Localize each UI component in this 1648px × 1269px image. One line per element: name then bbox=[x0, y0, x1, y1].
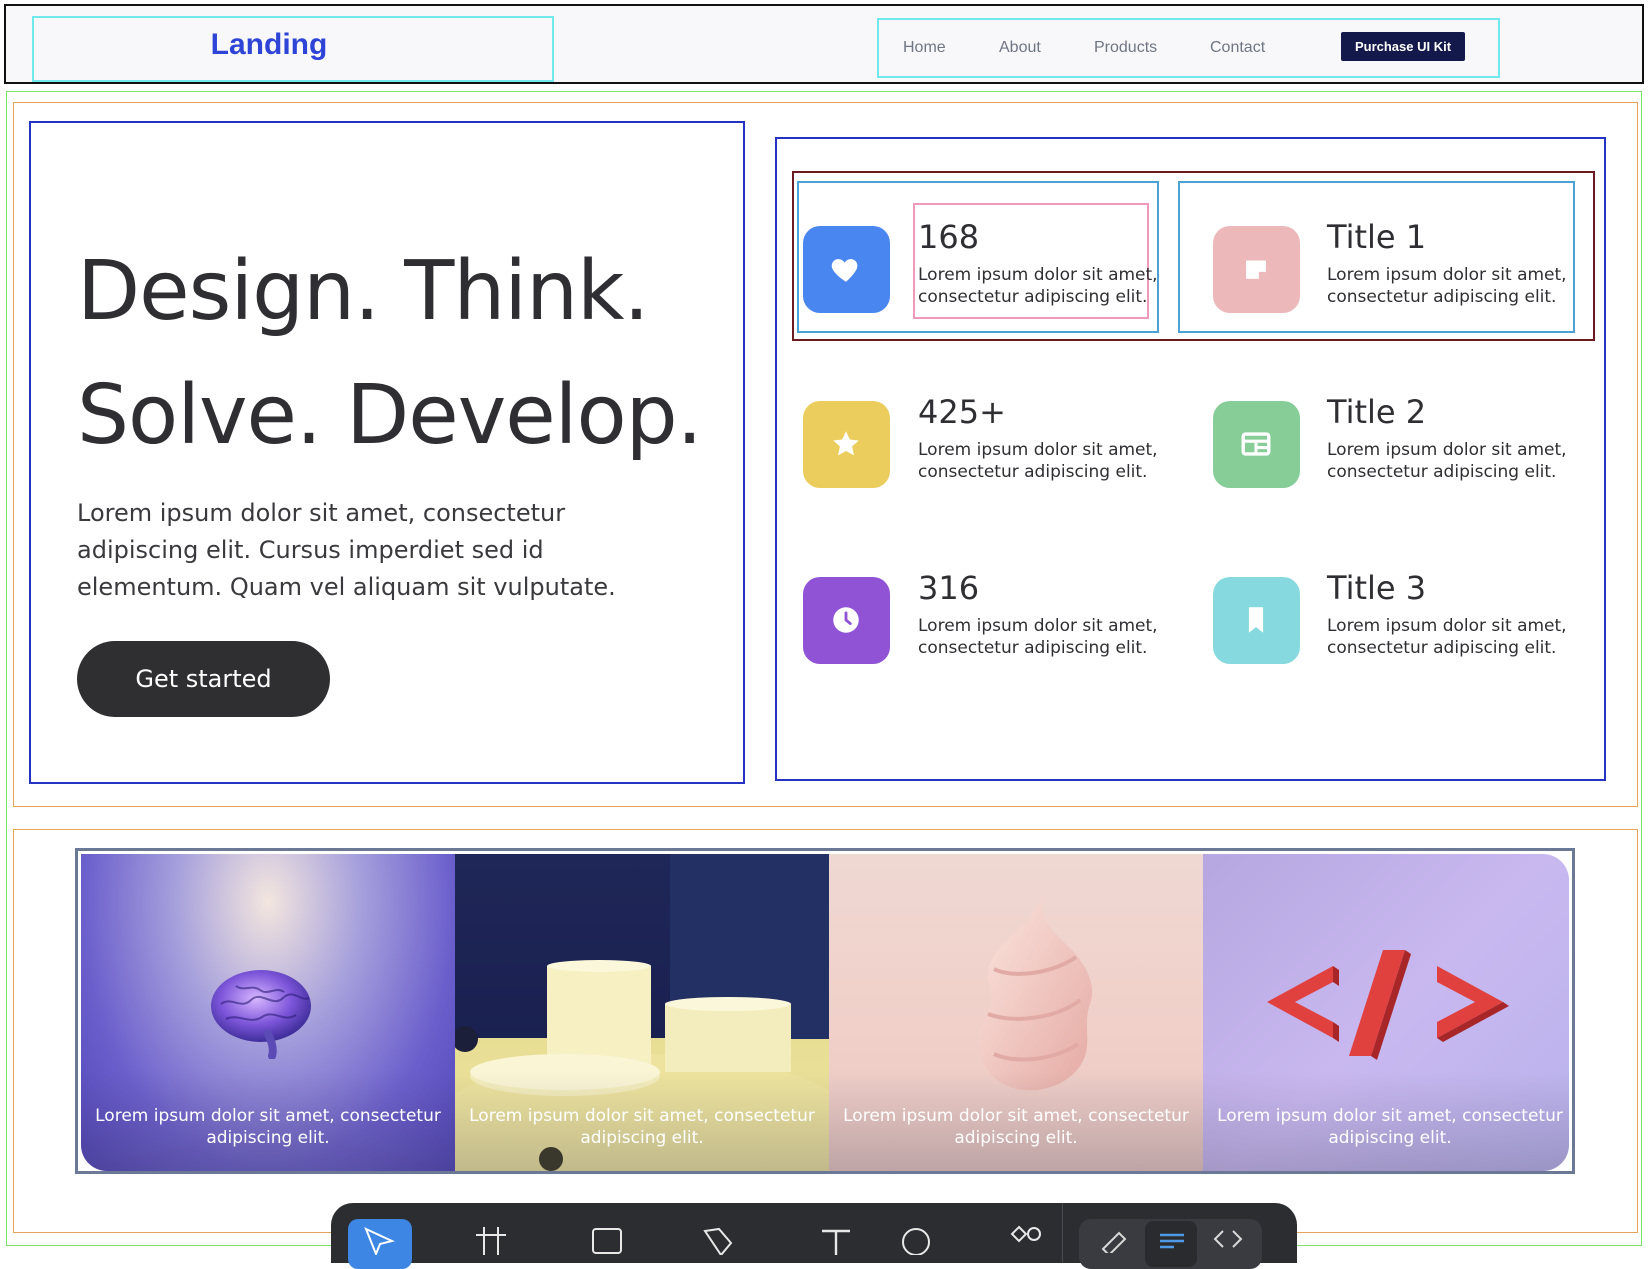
hero-title-line-2: Solve. Develop. bbox=[77, 368, 703, 463]
hero-title-line-1: Design. Think. bbox=[77, 244, 650, 339]
feature-title: Title 1 bbox=[1327, 218, 1427, 256]
feature-title: Title 3 bbox=[1327, 569, 1427, 607]
nav-link-home[interactable]: Home bbox=[903, 39, 946, 57]
layout-icon bbox=[1241, 432, 1271, 456]
design-toolbar bbox=[331, 1203, 1297, 1269]
heart-icon bbox=[831, 259, 858, 282]
feature-title: 425+ bbox=[918, 393, 1006, 431]
pen-icon[interactable] bbox=[701, 1225, 735, 1255]
feature-description: Lorem ipsum dolor sit amet, consectetur … bbox=[1327, 616, 1567, 658]
gallery-caption: Lorem ipsum dolor sit amet, consectetur … bbox=[843, 1106, 1189, 1148]
star-icon bbox=[833, 431, 859, 456]
gallery-caption: Lorem ipsum dolor sit amet, consectetur … bbox=[1217, 1106, 1563, 1148]
code-icon[interactable] bbox=[1211, 1223, 1245, 1253]
purchase-button[interactable]: Purchase UI Kit bbox=[1341, 32, 1465, 61]
gallery-caption: Lorem ipsum dolor sit amet, consectetur … bbox=[469, 1106, 815, 1148]
brain-image bbox=[211, 970, 311, 1059]
gallery-tile[interactable]: Lorem ipsum dolor sit amet, consectetur … bbox=[81, 854, 455, 1171]
nav-link-about[interactable]: About bbox=[999, 39, 1041, 57]
frame-icon[interactable] bbox=[474, 1225, 508, 1255]
gallery-tile[interactable]: Lorem ipsum dolor sit amet, consectetur … bbox=[1203, 854, 1569, 1171]
feature-description: Lorem ipsum dolor sit amet, consectetur … bbox=[1327, 265, 1567, 307]
gallery-caption: Lorem ipsum dolor sit amet, consectetur … bbox=[95, 1106, 441, 1148]
gallery-block: Lorem ipsum dolor sit amet, consectetur … bbox=[75, 848, 1575, 1174]
clock-icon bbox=[833, 607, 859, 633]
logo-container: Landing bbox=[32, 16, 554, 82]
features-panel: 168 Lorem ipsum dolor sit amet, consecte… bbox=[775, 137, 1606, 781]
feature-icon-tile bbox=[803, 401, 890, 488]
feature-icon-tile bbox=[1213, 226, 1300, 313]
feature-icon-tile bbox=[1213, 577, 1300, 664]
toolbar-divider bbox=[1062, 1203, 1063, 1263]
feature-description: Lorem ipsum dolor sit amet, consectetur … bbox=[918, 616, 1158, 658]
layout-tool-icon bbox=[1160, 1233, 1184, 1249]
text-icon[interactable] bbox=[819, 1225, 853, 1255]
rectangle-icon[interactable] bbox=[590, 1225, 624, 1255]
ellipse-icon[interactable] bbox=[899, 1225, 933, 1255]
components-icon[interactable] bbox=[1009, 1225, 1043, 1255]
draw-icon[interactable] bbox=[1097, 1223, 1131, 1253]
toolbar-mode-switcher bbox=[1079, 1219, 1262, 1269]
feature-icon-tile bbox=[803, 226, 890, 313]
get-started-button[interactable]: Get started bbox=[77, 641, 330, 717]
pointer-tool-button[interactable] bbox=[348, 1219, 412, 1269]
feature-icon-tile bbox=[803, 577, 890, 664]
hero-title: Design. Think. Solve. Develop. bbox=[77, 230, 777, 478]
top-navbar: Landing Home About Products Contact Purc… bbox=[4, 4, 1644, 84]
feature-icon-tile bbox=[1213, 401, 1300, 488]
pointer-icon bbox=[364, 1227, 395, 1255]
note-icon bbox=[1246, 260, 1266, 279]
gallery-tile[interactable]: Lorem ipsum dolor sit amet, consectetur … bbox=[829, 854, 1203, 1171]
gallery-tile[interactable]: Lorem ipsum dolor sit amet, consectetur … bbox=[455, 854, 829, 1171]
layout-mode-button[interactable] bbox=[1145, 1221, 1197, 1267]
feature-title: 168 bbox=[918, 218, 980, 256]
image-gallery: Lorem ipsum dolor sit amet, consectetur … bbox=[81, 854, 1569, 1171]
hero-description: Lorem ipsum dolor sit amet, consectetur … bbox=[77, 499, 616, 601]
feature-description: Lorem ipsum dolor sit amet, consectetur … bbox=[1327, 440, 1567, 482]
feature-title: 316 bbox=[918, 569, 980, 607]
feature-description: Lorem ipsum dolor sit amet, consectetur … bbox=[918, 265, 1158, 307]
logo[interactable]: Landing bbox=[34, 28, 504, 62]
hero-block: Design. Think. Solve. Develop. Lorem ips… bbox=[29, 121, 745, 784]
bookmark-icon bbox=[1248, 607, 1264, 633]
feature-description: Lorem ipsum dolor sit amet, consectetur … bbox=[918, 440, 1158, 482]
code-symbol-image bbox=[1267, 950, 1509, 1060]
nav-link-products[interactable]: Products bbox=[1094, 39, 1157, 57]
nav-menu: Home About Products Contact Purchase UI … bbox=[877, 18, 1500, 78]
nav-link-contact[interactable]: Contact bbox=[1210, 39, 1265, 57]
feature-title: Title 2 bbox=[1327, 393, 1427, 431]
